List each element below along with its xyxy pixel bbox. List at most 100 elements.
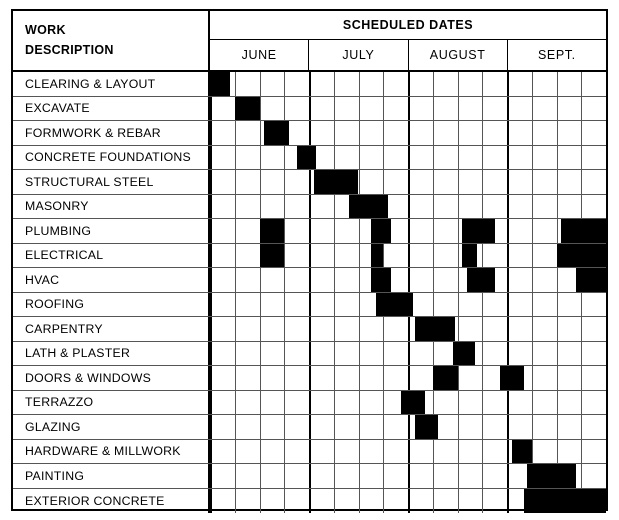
gridline	[581, 439, 583, 463]
gantt-bar[interactable]	[259, 219, 285, 243]
gridline	[581, 366, 583, 390]
task-label: CONCRETE FOUNDATIONS	[13, 145, 210, 169]
task-track	[210, 366, 606, 390]
gridline	[482, 366, 484, 390]
table-row: CLEARING & LAYOUT	[13, 72, 606, 97]
gantt-bar[interactable]	[415, 415, 438, 439]
gridline	[432, 72, 434, 96]
gridline	[284, 439, 286, 463]
gantt-bar[interactable]	[415, 317, 456, 341]
gridline	[234, 121, 236, 145]
gridline	[531, 439, 533, 463]
gridline	[531, 121, 533, 145]
task-track	[210, 96, 606, 120]
gridline	[482, 72, 484, 96]
gantt-chart: WORK DESCRIPTION SCHEDULED DATES JUNE JUL…	[11, 9, 608, 513]
gridline	[507, 268, 509, 292]
gridline	[333, 96, 335, 120]
gridline	[210, 317, 212, 341]
gantt-bar[interactable]	[370, 219, 391, 243]
gridline	[259, 390, 261, 414]
gantt-bar[interactable]	[296, 145, 317, 169]
gridline	[333, 194, 335, 218]
gantt-bar[interactable]	[467, 268, 495, 292]
gridline	[259, 439, 261, 463]
gantt-bar[interactable]	[462, 219, 495, 243]
task-track	[210, 341, 606, 365]
gridline	[333, 488, 335, 513]
gantt-bar[interactable]	[400, 390, 426, 414]
task-track	[210, 219, 606, 243]
task-label: STRUCTURAL STEEL	[13, 170, 210, 194]
gantt-bar[interactable]	[348, 194, 389, 218]
gantt-bar[interactable]	[370, 243, 384, 267]
table-row: TERRAZZO	[13, 390, 606, 415]
gantt-bar[interactable]	[375, 292, 413, 316]
gridline	[309, 268, 311, 292]
gridline	[284, 268, 286, 292]
gridline	[507, 464, 509, 488]
gridline	[432, 170, 434, 194]
task-label: LATH & PLASTER	[13, 341, 210, 365]
task-track	[210, 145, 606, 169]
task-label: DOORS & WINDOWS	[13, 366, 210, 390]
gantt-bar[interactable]	[210, 72, 230, 96]
gridline	[556, 415, 558, 439]
gridline	[581, 194, 583, 218]
gridline	[531, 292, 533, 316]
gridline	[234, 268, 236, 292]
task-label: GLAZING	[13, 415, 210, 439]
table-row: GLAZING	[13, 415, 606, 440]
gantt-bar[interactable]	[524, 488, 606, 513]
gridline	[358, 292, 360, 316]
table-row: EXTERIOR CONCRETE	[13, 488, 606, 513]
gantt-bar[interactable]	[526, 464, 577, 488]
gridline	[457, 390, 459, 414]
gridline	[259, 72, 261, 96]
gridline	[457, 121, 459, 145]
gridline	[234, 292, 236, 316]
gantt-bar[interactable]	[370, 268, 391, 292]
gridline	[259, 317, 261, 341]
task-label: MASONRY	[13, 194, 210, 218]
gridline	[309, 72, 311, 96]
gantt-bar[interactable]	[576, 268, 606, 292]
gridline	[383, 72, 385, 96]
gridline	[556, 292, 558, 316]
gridline	[556, 366, 558, 390]
gantt-bar[interactable]	[313, 170, 359, 194]
gridline	[507, 219, 509, 243]
gridline	[581, 72, 583, 96]
gantt-bar[interactable]	[452, 341, 475, 365]
month-header-august: AUGUST	[409, 40, 508, 70]
gantt-bar[interactable]	[234, 96, 260, 120]
gridline	[531, 415, 533, 439]
gridline	[507, 390, 509, 414]
gridline	[581, 145, 583, 169]
gridline	[284, 72, 286, 96]
gridline	[581, 464, 583, 488]
gridline	[556, 390, 558, 414]
gridline	[309, 366, 311, 390]
gantt-bar[interactable]	[561, 219, 606, 243]
gridline	[383, 390, 385, 414]
gridline	[457, 317, 459, 341]
gridline	[507, 170, 509, 194]
gantt-bar[interactable]	[499, 366, 525, 390]
gantt-bar[interactable]	[556, 243, 606, 267]
gridline	[358, 96, 360, 120]
gantt-bar[interactable]	[259, 243, 285, 267]
gridline	[507, 292, 509, 316]
gridline	[556, 439, 558, 463]
gridline	[482, 121, 484, 145]
gantt-bar[interactable]	[511, 439, 532, 463]
gridline	[408, 72, 410, 96]
gantt-bar[interactable]	[264, 121, 290, 145]
gridline	[259, 464, 261, 488]
gridline	[457, 439, 459, 463]
gridline	[333, 243, 335, 267]
gantt-bar[interactable]	[462, 243, 478, 267]
gridline	[531, 72, 533, 96]
gridline	[457, 268, 459, 292]
gantt-bar[interactable]	[432, 366, 458, 390]
